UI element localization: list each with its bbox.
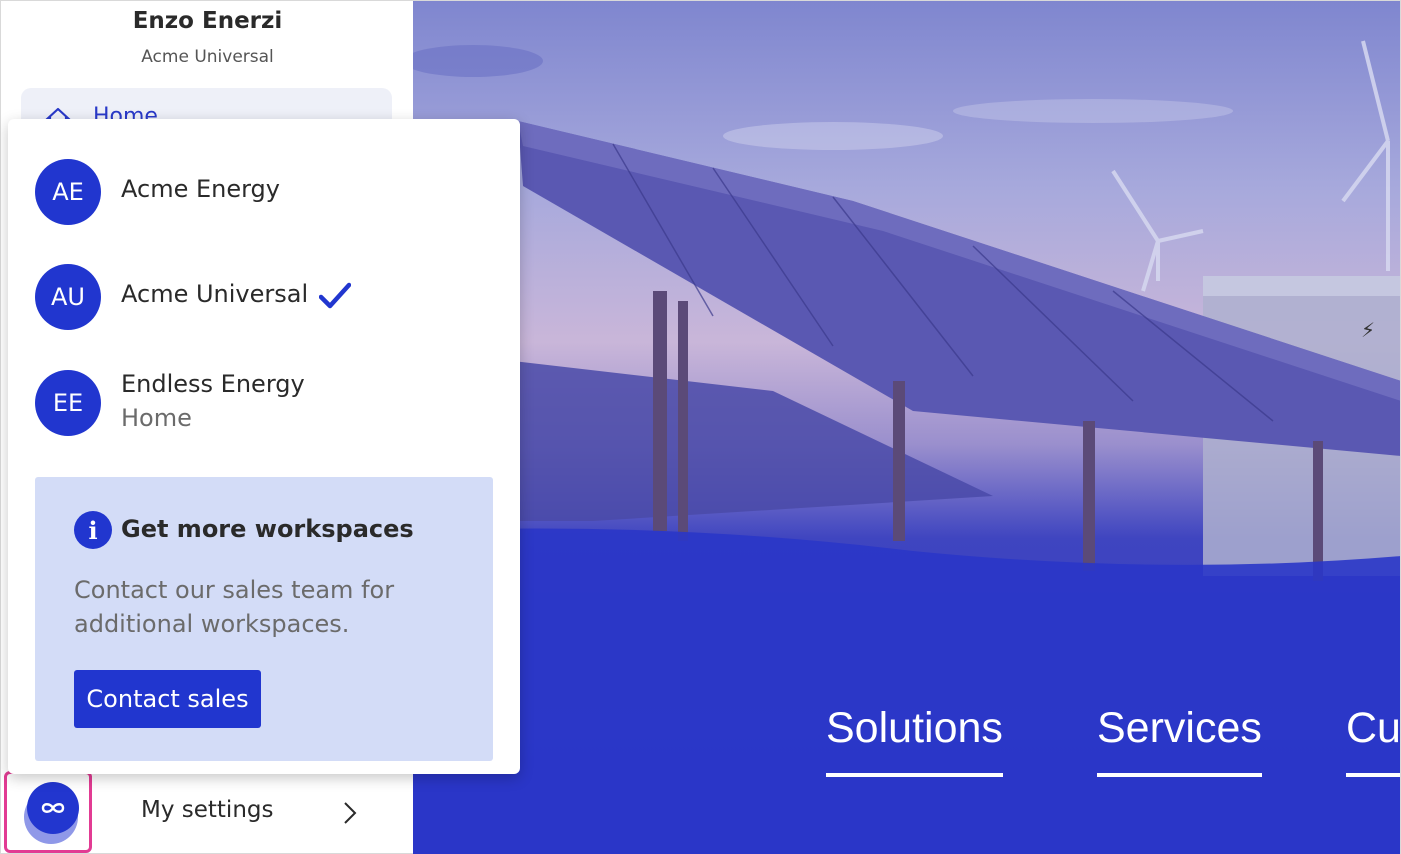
info-icon: i bbox=[74, 511, 112, 549]
infinity-icon bbox=[27, 782, 79, 834]
workspace-switcher-button[interactable] bbox=[4, 771, 92, 853]
info-title: Get more workspaces bbox=[121, 515, 414, 543]
workspace-item-endless-energy[interactable]: EE Endless Energy Home bbox=[35, 369, 505, 436]
hero-link-services[interactable]: Services bbox=[1097, 704, 1262, 777]
workspace-avatar: AU bbox=[35, 264, 101, 330]
workspace-name: Endless Energy bbox=[121, 370, 305, 398]
info-text: Contact our sales team for additional wo… bbox=[74, 576, 395, 638]
my-settings-row[interactable]: My settings bbox=[1, 771, 414, 854]
get-more-workspaces-panel: i Get more workspaces Contact our sales … bbox=[35, 477, 493, 761]
hero-link-cu[interactable]: Cu bbox=[1346, 704, 1400, 777]
user-name: Enzo Enerzi bbox=[132, 8, 283, 34]
workspace-item-acme-universal[interactable]: AU Acme Universal bbox=[35, 264, 505, 330]
workspace-subtitle: Home bbox=[121, 404, 192, 432]
hero-banner: ⚡ Solutions Services Cu bbox=[413, 0, 1401, 854]
check-icon bbox=[319, 282, 351, 309]
workspace-avatar: EE bbox=[35, 370, 101, 436]
workspace-menu: AE Acme Energy AU Acme Universal EE Endl… bbox=[8, 119, 520, 774]
workspace-avatar: AE bbox=[35, 159, 101, 225]
svg-text:⚡: ⚡ bbox=[1361, 318, 1375, 342]
my-settings-label: My settings bbox=[141, 797, 274, 823]
hero-link-solutions[interactable]: Solutions bbox=[826, 704, 1003, 777]
workspace-name: Acme Universal bbox=[121, 280, 309, 308]
workspace-name: Acme Energy bbox=[121, 175, 280, 203]
hero-nav: Solutions Services Cu bbox=[413, 704, 1400, 784]
contact-sales-button[interactable]: Contact sales bbox=[74, 670, 261, 728]
chevron-right-icon bbox=[344, 802, 357, 824]
user-org: Acme Universal bbox=[141, 47, 274, 67]
workspace-item-acme-energy[interactable]: AE Acme Energy bbox=[35, 159, 505, 225]
